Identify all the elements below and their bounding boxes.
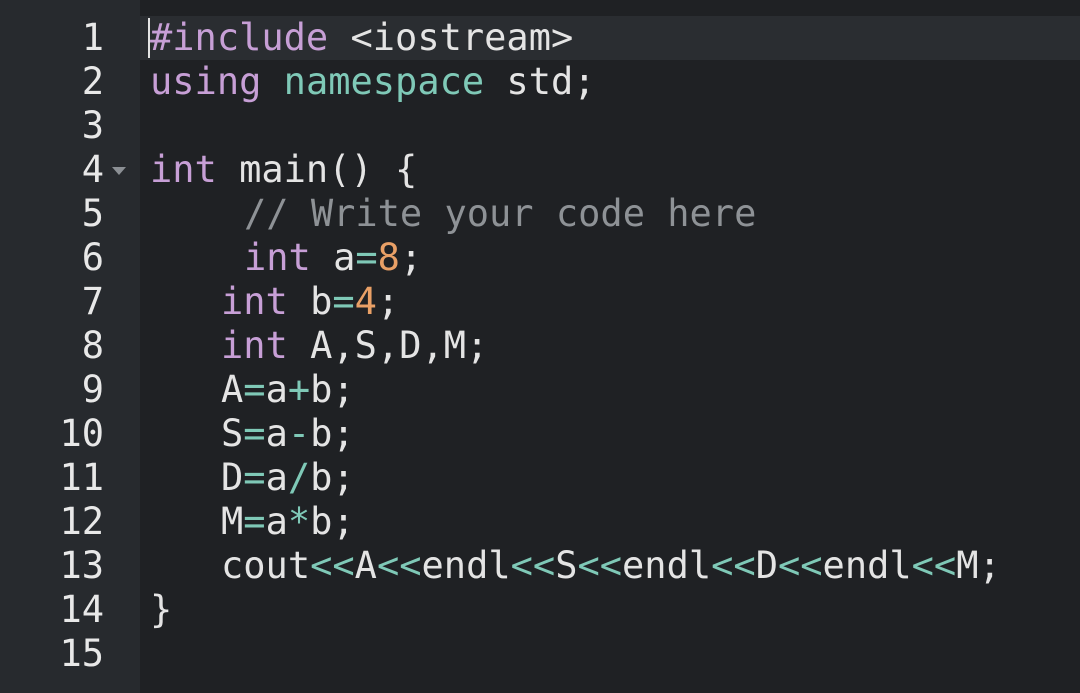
code-text: endl — [421, 544, 511, 587]
code-text: A — [354, 544, 377, 587]
code-text: b; — [310, 456, 355, 499]
keyword: int — [221, 280, 288, 323]
line-number: 7 — [81, 280, 104, 323]
code-text: main() { — [216, 148, 418, 191]
line-number: 8 — [81, 324, 104, 367]
keyword: using — [150, 60, 262, 103]
code-text: b — [287, 280, 333, 323]
operator: << — [510, 544, 556, 587]
operator: = — [243, 412, 266, 455]
code-text: ; — [376, 280, 400, 323]
code-area[interactable]: #include <iostream> using namespace std;… — [140, 0, 1080, 693]
code-text: A — [221, 368, 244, 411]
code-line-10[interactable]: S=a-b; — [221, 412, 355, 456]
code-text: S — [555, 544, 578, 587]
code-text: a — [265, 412, 288, 455]
code-line-11[interactable]: D=a/b; — [221, 456, 355, 500]
keyword: int — [150, 148, 217, 191]
line-number: 4 — [81, 148, 104, 191]
code-text: a — [310, 236, 356, 279]
operator: << — [577, 544, 623, 587]
code-text: D — [221, 456, 244, 499]
code-text: b; — [310, 500, 355, 543]
code-text: S — [221, 412, 244, 455]
code-line-4[interactable]: int main() { — [150, 148, 417, 192]
code-text: M; — [956, 544, 1001, 587]
number-literal: 8 — [377, 236, 400, 279]
line-number: 13 — [59, 544, 104, 587]
line-number: 11 — [59, 456, 104, 499]
line-number: 2 — [81, 60, 104, 103]
code-line-8[interactable]: int A,S,D,M; — [221, 324, 488, 368]
code-text: a — [265, 500, 288, 543]
operator: / — [287, 456, 311, 499]
line-number: 15 — [59, 632, 104, 675]
code-text: std; — [484, 60, 596, 103]
include-target: <iostream> — [328, 16, 574, 59]
line-number: 6 — [81, 236, 104, 279]
code-text: b; — [310, 368, 355, 411]
operator: << — [376, 544, 422, 587]
keyword-namespace: namespace — [283, 60, 485, 103]
line-number: 5 — [81, 192, 104, 235]
line-number: 9 — [81, 368, 104, 411]
operator: = — [243, 500, 266, 543]
code-text: A,S,D,M; — [287, 324, 489, 367]
operator: = — [243, 456, 266, 499]
number-literal: 4 — [354, 280, 377, 323]
code-text: ; — [399, 236, 423, 279]
chevron-down-icon[interactable] — [112, 167, 126, 175]
keyword: int — [221, 324, 288, 367]
operator: << — [777, 544, 823, 587]
line-number: 3 — [81, 104, 104, 147]
code-line-14[interactable]: } — [150, 588, 172, 632]
code-text: D — [755, 544, 778, 587]
operator: + — [287, 368, 311, 411]
comment: // Write your code here — [244, 192, 757, 235]
code-text: a — [265, 368, 288, 411]
operator: - — [287, 412, 311, 455]
code-line-7[interactable]: int b=4; — [221, 280, 399, 324]
code-line-6[interactable]: int a=8; — [244, 236, 422, 280]
line-number: 12 — [59, 500, 104, 543]
code-line-9[interactable]: A=a+b; — [221, 368, 355, 412]
code-text: endl — [822, 544, 912, 587]
code-line-12[interactable]: M=a*b; — [221, 500, 355, 544]
operator: = — [243, 368, 266, 411]
code-line-1[interactable]: #include <iostream> — [150, 16, 573, 60]
code-line-2[interactable]: using namespace std; — [150, 60, 596, 104]
code-editor[interactable]: 1 2 3 4 5 6 7 8 9 10 11 12 13 14 15 #inc… — [0, 0, 1080, 693]
line-number: 10 — [59, 412, 104, 455]
operator: << — [310, 544, 355, 587]
code-line-13[interactable]: cout<<A<<endl<<S<<endl<<D<<endl<<M; — [221, 544, 1001, 588]
operator: << — [711, 544, 756, 587]
operator: << — [911, 544, 957, 587]
code-text: } — [150, 588, 173, 631]
operator: * — [287, 500, 311, 543]
preprocessor-directive: #include — [150, 16, 329, 59]
code-text: b; — [310, 412, 355, 455]
code-text: cout — [221, 544, 311, 587]
operator: = — [355, 236, 378, 279]
operator: = — [332, 280, 355, 323]
code-text: a — [265, 456, 288, 499]
line-number-gutter: 1 2 3 4 5 6 7 8 9 10 11 12 13 14 15 — [0, 0, 140, 693]
code-text: endl — [622, 544, 712, 587]
code-line-5[interactable]: // Write your code here — [244, 192, 756, 236]
line-number: 14 — [59, 588, 104, 631]
code-text: M — [221, 500, 244, 543]
line-number: 1 — [81, 16, 104, 59]
keyword: int — [244, 236, 311, 279]
